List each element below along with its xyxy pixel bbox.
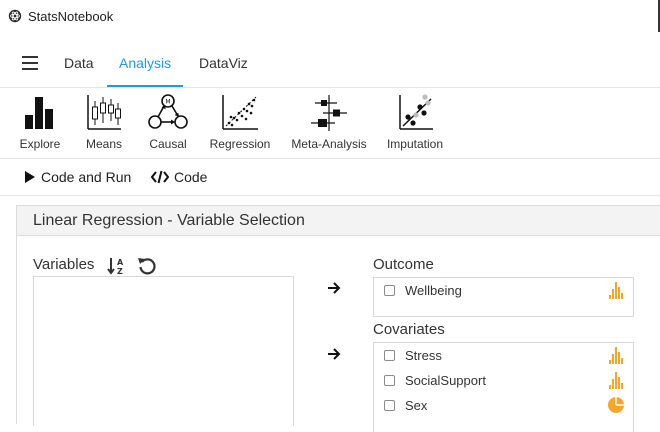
numeric-distribution-icon bbox=[609, 347, 623, 364]
bar-chart-icon bbox=[25, 97, 53, 129]
forest-plot-icon bbox=[311, 95, 347, 131]
variable-name: SocialSupport bbox=[405, 372, 486, 388]
list-item[interactable]: Wellbeing bbox=[384, 280, 626, 300]
variable-name: Stress bbox=[405, 347, 442, 363]
tab-data[interactable]: Data bbox=[64, 44, 94, 88]
analysis-toolbar: Explore Means M Causal Regression Meta-A… bbox=[0, 89, 660, 159]
imputation-label: Imputation bbox=[386, 137, 444, 151]
causal-graph-icon: M bbox=[148, 94, 188, 129]
meta-analysis-label: Meta-Analysis bbox=[291, 137, 367, 151]
explore-button[interactable]: Explore bbox=[14, 93, 66, 153]
code-label: Code bbox=[174, 169, 208, 185]
menu-bar: Data Analysis DataViz bbox=[0, 44, 660, 88]
action-bar: Code and Run Code bbox=[0, 160, 660, 196]
tab-dataviz[interactable]: DataViz bbox=[199, 44, 248, 88]
checkbox[interactable] bbox=[384, 349, 395, 361]
variables-list[interactable] bbox=[33, 276, 294, 426]
meta-analysis-button[interactable]: Meta-Analysis bbox=[288, 93, 370, 153]
outcome-list[interactable]: Wellbeing bbox=[373, 277, 634, 317]
variable-name: Sex bbox=[405, 397, 428, 413]
numeric-distribution-icon bbox=[609, 282, 623, 299]
explore-label: Explore bbox=[19, 137, 61, 151]
scatter-regression-icon bbox=[222, 95, 258, 130]
numeric-distribution-icon bbox=[609, 372, 623, 389]
code-button[interactable]: Code bbox=[151, 169, 207, 185]
imputation-button[interactable]: Imputation bbox=[384, 93, 446, 153]
svg-text:M: M bbox=[165, 99, 170, 106]
regression-label: Regression bbox=[209, 137, 271, 151]
arrow-right-icon bbox=[328, 282, 341, 294]
factor-pie-icon bbox=[608, 397, 624, 413]
variables-label: Variables bbox=[33, 256, 95, 273]
means-button[interactable]: Means bbox=[80, 93, 128, 153]
sort-alpha-icon[interactable]: A Z bbox=[107, 256, 127, 276]
title-bar: StatsNotebook bbox=[0, 0, 660, 32]
panel-title: Linear Regression - Variable Selection bbox=[17, 206, 660, 236]
list-item[interactable]: Sex bbox=[384, 395, 626, 415]
regression-button[interactable]: Regression bbox=[206, 93, 274, 153]
candlestick-icon bbox=[87, 95, 121, 130]
code-brackets-icon bbox=[151, 170, 169, 184]
variable-name: Wellbeing bbox=[405, 282, 462, 298]
reset-icon[interactable] bbox=[137, 256, 157, 276]
code-and-run-button[interactable]: Code and Run bbox=[24, 169, 131, 185]
checkbox[interactable] bbox=[384, 374, 395, 386]
app-logo-icon bbox=[8, 9, 22, 23]
covariates-list[interactable]: Stress SocialSupport Sex bbox=[373, 342, 634, 432]
list-item[interactable]: SocialSupport bbox=[384, 370, 626, 390]
imputation-scatter-icon bbox=[399, 94, 433, 130]
move-to-covariates-button[interactable] bbox=[327, 347, 341, 363]
outcome-label: Outcome bbox=[373, 256, 434, 273]
checkbox[interactable] bbox=[384, 284, 395, 296]
svg-text:Z: Z bbox=[117, 267, 123, 276]
play-icon bbox=[25, 171, 35, 183]
move-to-outcome-button[interactable] bbox=[327, 281, 341, 297]
covariates-label: Covariates bbox=[373, 321, 445, 338]
arrow-right-icon bbox=[328, 348, 341, 360]
list-item[interactable]: Stress bbox=[384, 345, 626, 365]
causal-button[interactable]: M Causal bbox=[144, 93, 192, 153]
tab-analysis[interactable]: Analysis bbox=[106, 44, 184, 88]
window-title: StatsNotebook bbox=[28, 8, 114, 24]
hamburger-menu-icon[interactable] bbox=[22, 56, 38, 70]
causal-label: Causal bbox=[149, 137, 187, 151]
means-label: Means bbox=[85, 137, 123, 151]
code-and-run-label: Code and Run bbox=[41, 169, 132, 185]
checkbox[interactable] bbox=[384, 399, 395, 411]
svg-text:A: A bbox=[117, 258, 124, 267]
variable-selection-panel: Linear Regression - Variable Selection V… bbox=[16, 205, 660, 432]
